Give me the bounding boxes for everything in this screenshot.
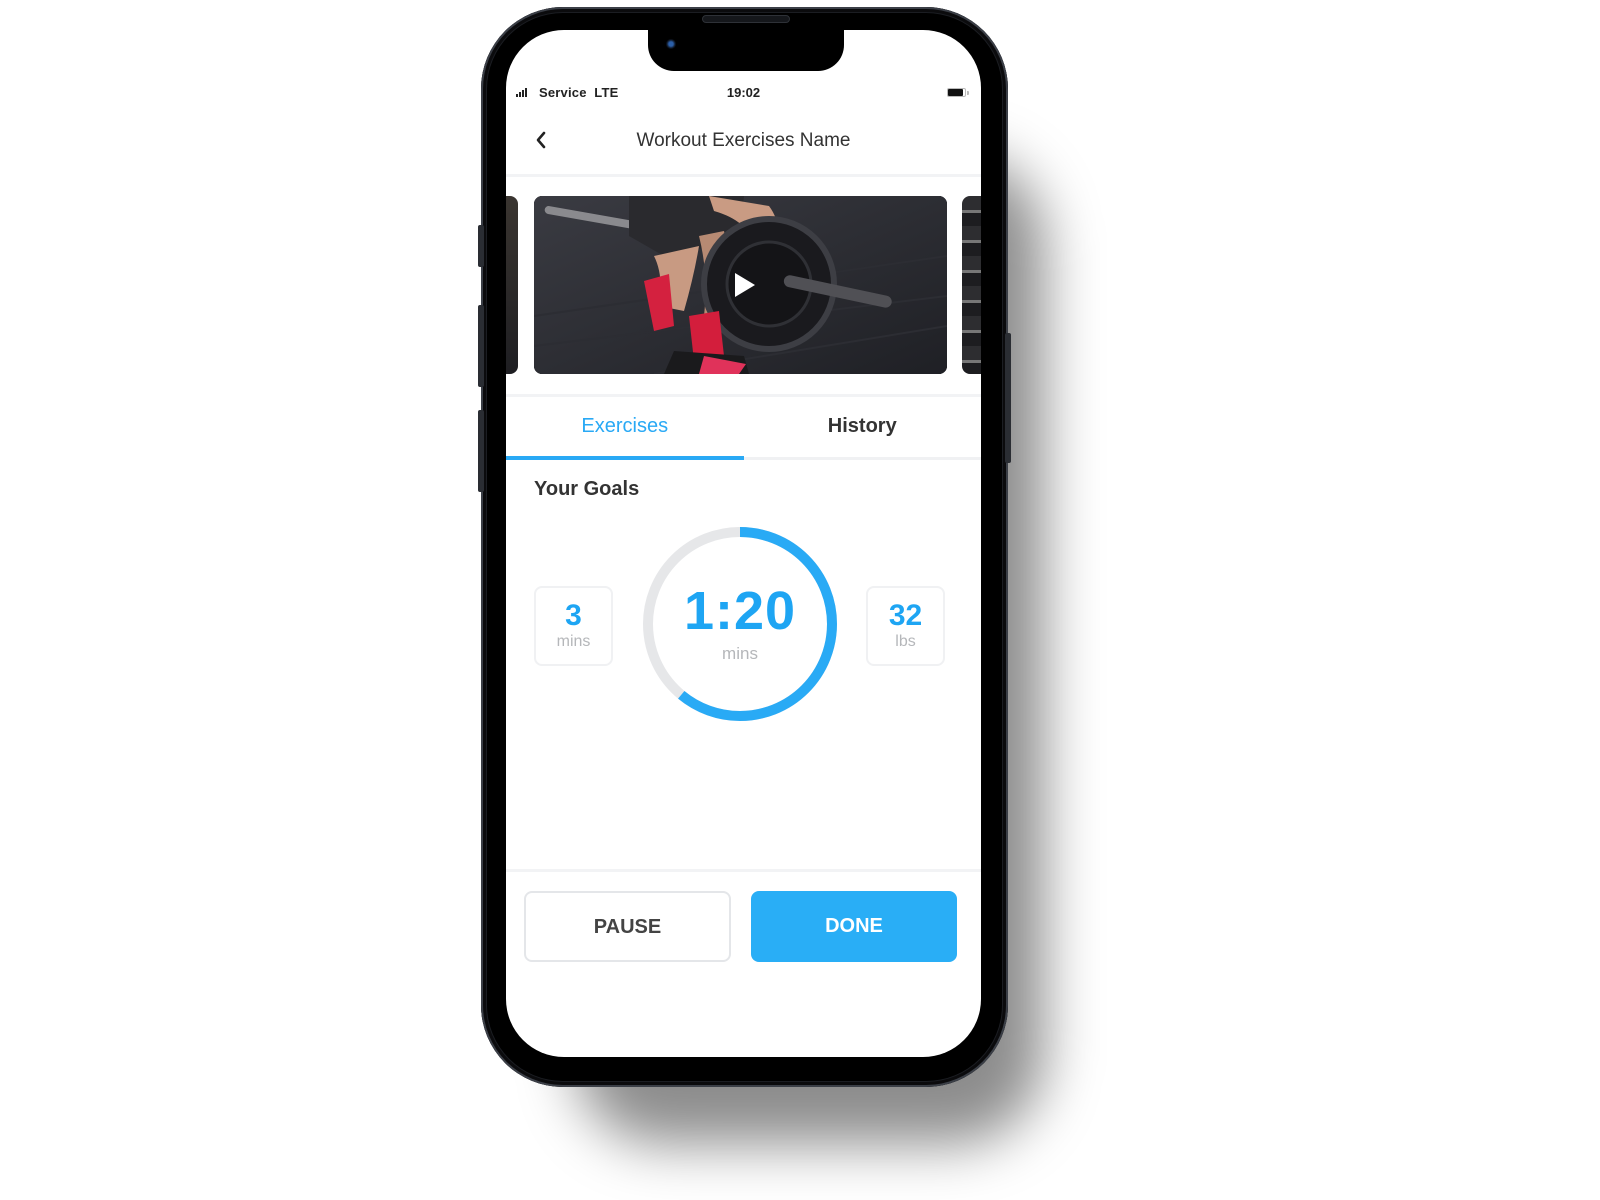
volume-up-button [478, 305, 484, 387]
nav-header: Workout Exercises Name [506, 118, 981, 177]
play-icon[interactable] [734, 273, 755, 297]
duration-goal-value: 3 [565, 599, 582, 632]
tab-bar: Exercises History [506, 394, 981, 460]
earpiece-speaker [702, 15, 790, 23]
power-button [1005, 333, 1011, 463]
done-button[interactable]: DONE [751, 891, 957, 962]
phone-notch [648, 23, 844, 71]
app-screen: Service LTE 19:02 Workout Exercises Name [506, 30, 981, 1057]
timer-value: 1:20 [683, 581, 797, 641]
status-time: 19:02 [726, 85, 761, 100]
volume-down-button [478, 410, 484, 492]
video-card-next[interactable] [962, 196, 981, 374]
duration-goal-box: 3 mins [534, 586, 613, 666]
tab-exercises[interactable]: Exercises [506, 397, 744, 460]
video-card-previous[interactable] [506, 196, 518, 374]
video-carousel[interactable] [506, 196, 981, 374]
weight-goal-value: 32 [888, 599, 923, 632]
front-camera [666, 39, 676, 49]
timer-readout: 1:20 mins [640, 524, 840, 724]
video-card-current[interactable] [534, 196, 947, 374]
status-bar: Service LTE 19:02 [506, 84, 981, 104]
weight-goal-unit: lbs [895, 633, 916, 650]
mute-switch [478, 225, 484, 267]
timer-unit: mins [722, 644, 758, 663]
weight-goal-box: 32 lbs [866, 586, 945, 666]
tab-history[interactable]: History [744, 397, 982, 457]
page-title: Workout Exercises Name [636, 130, 851, 151]
goals-section-label: Your Goals [534, 478, 640, 500]
footer-divider [506, 869, 981, 872]
battery-icon [947, 88, 969, 98]
duration-goal-unit: mins [556, 633, 591, 650]
pause-button[interactable]: PAUSE [524, 891, 731, 962]
